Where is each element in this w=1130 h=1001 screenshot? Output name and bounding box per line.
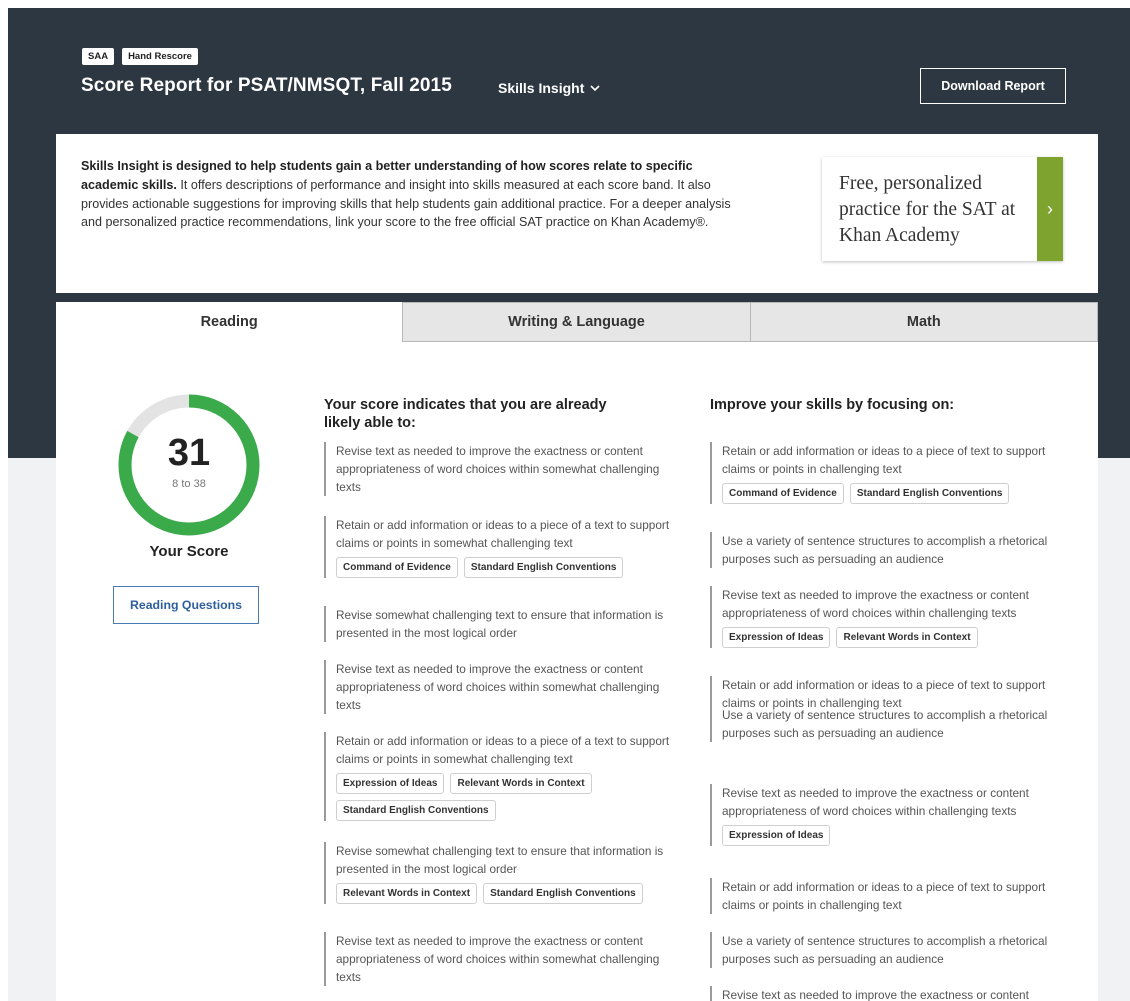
skill-tag[interactable]: Relevant Words in Context [450,773,592,794]
tab-math[interactable]: Math [749,302,1098,342]
intro-description: Skills Insight is designed to help stude… [81,157,741,232]
skill-tag[interactable]: Standard English Conventions [336,800,496,821]
skill-tag-group: Relevant Words in Context Standard Englis… [336,883,679,904]
skill-tag[interactable]: Relevant Words in Context [336,883,478,904]
skill-item: Revise text as needed to improve the exa… [710,986,1060,1001]
reading-questions-button[interactable]: Reading Questions [113,586,259,624]
skill-item: Retain or add information or ideas to a … [324,516,679,578]
skill-description: Use a variety of sentence structures to … [722,934,1048,966]
badge-saa: SAA [82,48,115,65]
khan-academy-promo[interactable]: Free, personalized practice for the SAT … [822,157,1063,261]
skill-item: Retain or add information or ideas to a … [324,732,679,821]
skill-tag[interactable]: Standard English Conventions [463,557,624,578]
skill-tag[interactable]: Expression of Ideas [722,825,831,846]
skill-tag[interactable]: Expression of Ideas [722,627,831,648]
skill-tag-group: Command of Evidence Standard English Conv… [336,557,679,578]
skill-item: Revise text as needed to improve the exa… [324,932,679,986]
score-report-page: SAA Hand Rescore Score Report for PSAT/N… [8,8,1130,1001]
skill-description: Revise somewhat challenging text to ensu… [336,608,664,640]
skill-item: Revise text as needed to improve the exa… [324,442,679,496]
intro-panel: Skills Insight is designed to help stude… [56,134,1098,293]
skill-item: Use a variety of sentence structures to … [710,706,1060,742]
reading-panel: 31 8 to 38 Your Score Reading Questions … [56,342,1098,1001]
skill-item: Revise text as needed to improve the exa… [710,586,1060,648]
skill-tag-group: Expression of Ideas Relevant Words in Con… [336,773,679,821]
skill-description: Use a variety of sentence structures to … [722,534,1048,566]
tab-writing-language[interactable]: Writing & Language [402,302,750,342]
skill-item: Retain or add information or ideas to a … [710,878,1060,914]
skill-description: Revise text as needed to improve the exa… [722,988,1029,1001]
view-dropdown-label: Skills Insight [498,80,585,96]
able-to-heading: Your score indicates that you are alread… [324,397,607,431]
skill-tag[interactable]: Relevant Words in Context [836,627,978,648]
skill-description: Revise text as needed to improve the exa… [336,444,660,494]
skill-item: Revise somewhat challenging text to ensu… [324,606,679,642]
intro-body: It offers descriptions of performance an… [81,177,731,230]
download-report-button[interactable]: Download Report [920,68,1066,104]
score-label: Your Score [149,543,229,560]
badge-group: SAA Hand Rescore [82,48,198,65]
skill-item: Revise text as needed to improve the exa… [324,660,679,714]
view-dropdown[interactable]: Skills Insight [498,80,600,96]
skill-description: Retain or add information or ideas to a … [336,518,670,550]
skill-tag-group: Expression of Ideas [722,825,1060,846]
khan-promo-text: Free, personalized practice for the SAT … [839,173,1016,246]
skill-description: Revise text as needed to improve the exa… [336,662,660,712]
page-title: Score Report for PSAT/NMSQT, Fall 2015 [81,75,452,96]
skill-tag[interactable]: Expression of Ideas [336,773,445,794]
subject-tabs: Reading Writing & Language Math [56,302,1098,342]
chevron-down-icon [590,84,600,92]
skill-item: Use a variety of sentence structures to … [710,932,1060,968]
skill-description: Retain or add information or ideas to a … [722,880,1046,912]
skill-tag-group: Expression of Ideas Relevant Words in Con… [722,627,1060,648]
skill-tag[interactable]: Standard English Conventions [849,483,1010,504]
skill-description: Revise text as needed to improve the exa… [722,786,1029,818]
skill-item: Use a variety of sentence structures to … [710,532,1060,568]
skill-tag[interactable]: Command of Evidence [722,483,844,504]
tab-reading[interactable]: Reading [56,302,403,342]
score-range: 8 to 38 [172,478,206,490]
badge-hand-rescore: Hand Rescore [122,48,198,65]
skill-description: Use a variety of sentence structures to … [722,708,1048,740]
skill-item: Revise text as needed to improve the exa… [710,784,1060,846]
score-value: 31 [167,432,211,474]
skill-description: Revise text as needed to improve the exa… [722,588,1029,620]
skill-description: Revise somewhat challenging text to ensu… [336,844,664,876]
skill-description: Retain or add information or ideas to a … [336,734,670,766]
improve-heading: Improve your skills by focusing on: [710,397,955,413]
skill-tag[interactable]: Standard English Conventions [483,883,643,904]
chevron-right-icon: › [1037,157,1063,261]
skill-item: Retain or add information or ideas to a … [710,442,1060,504]
skill-tag-group: Command of Evidence Standard English Conv… [722,483,1060,504]
skill-tag[interactable]: Command of Evidence [336,557,458,578]
skill-description: Retain or add information or ideas to a … [722,444,1046,476]
skill-item: Revise somewhat challenging text to ensu… [324,842,679,904]
skill-description: Revise text as needed to improve the exa… [336,934,660,984]
